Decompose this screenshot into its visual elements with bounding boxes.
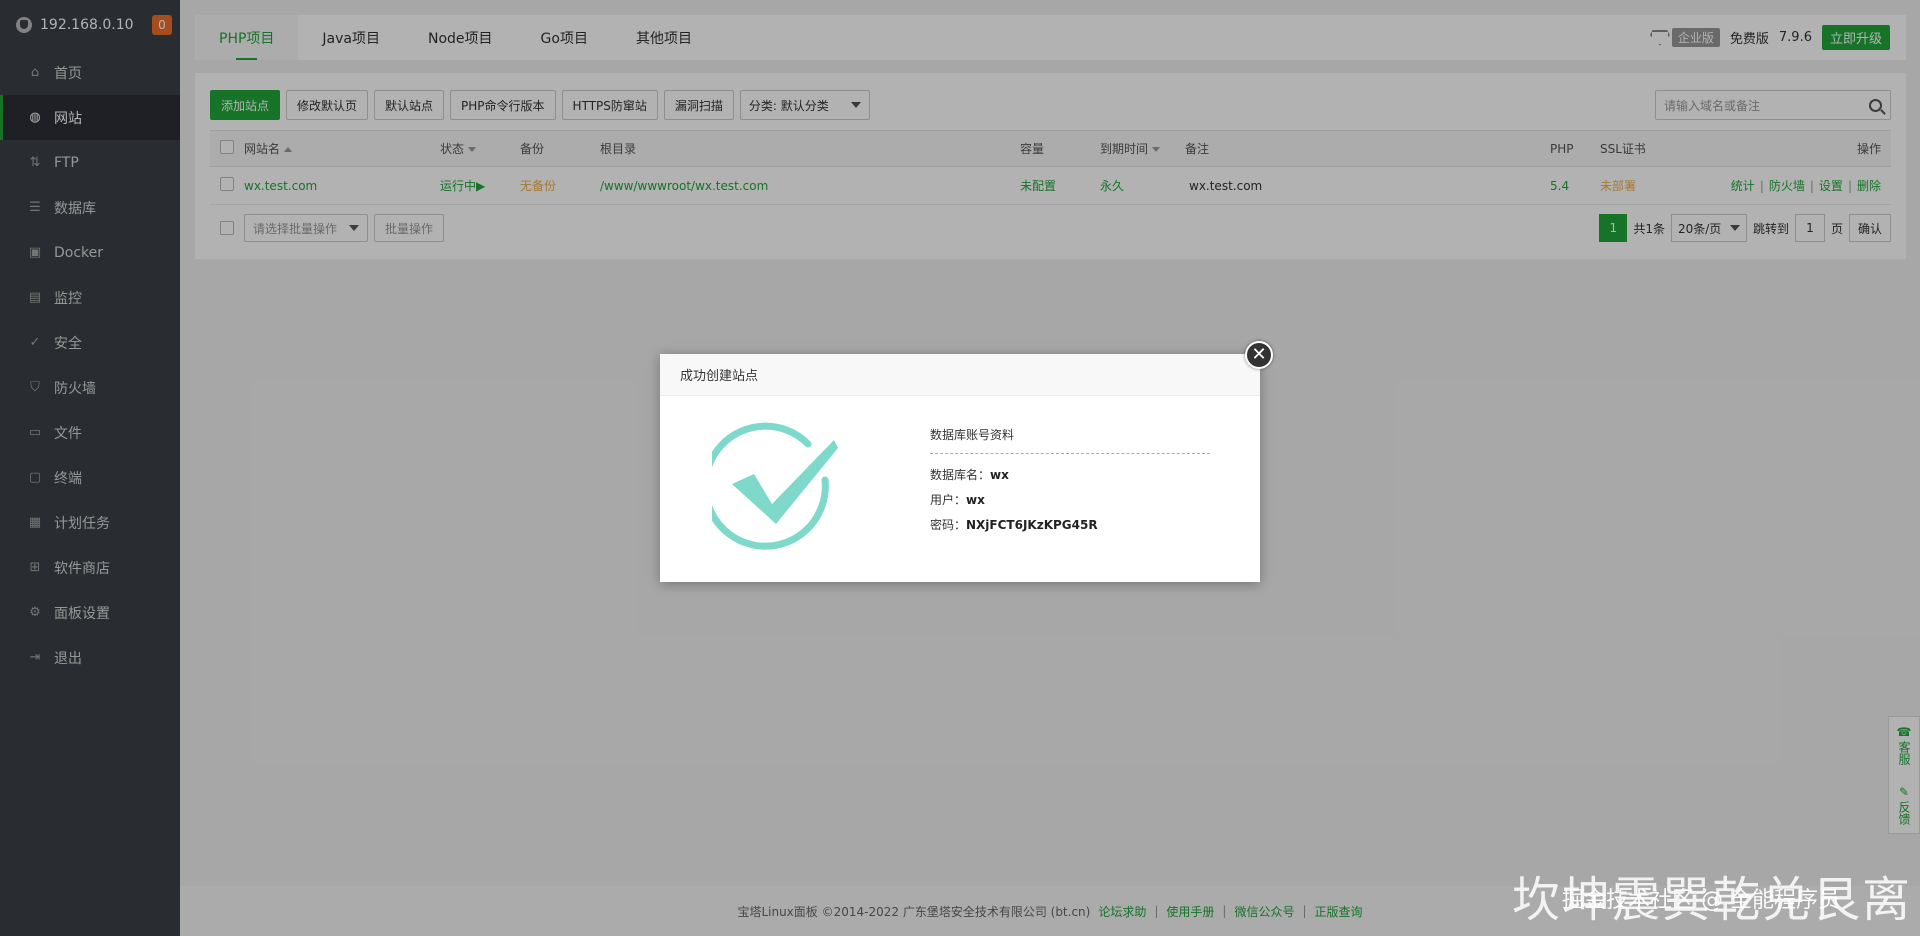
close-icon[interactable]: ✕ [1245, 341, 1273, 369]
watermark-source: 掘金技术社区 @ 全能程序员 [1562, 888, 1840, 913]
site-created-dialog: 成功创建站点 ✕ 数据库账号资料 数据库名：wx 用户：wx 密码：NXjFCT… [660, 341, 1273, 582]
dialog-title: 成功创建站点 [660, 354, 1260, 396]
db-pass-line: 密码：NXjFCT6JKzKPG45R [930, 518, 1098, 532]
db-user-line: 用户：wx [930, 493, 985, 507]
db-name-line: 数据库名：wx [930, 468, 1009, 482]
db-account-info: 数据库账号资料 数据库名：wx 用户：wx 密码：NXjFCT6JKzKPG45… [930, 426, 1210, 541]
success-check-icon [712, 422, 838, 550]
db-info-title: 数据库账号资料 [930, 426, 1210, 454]
